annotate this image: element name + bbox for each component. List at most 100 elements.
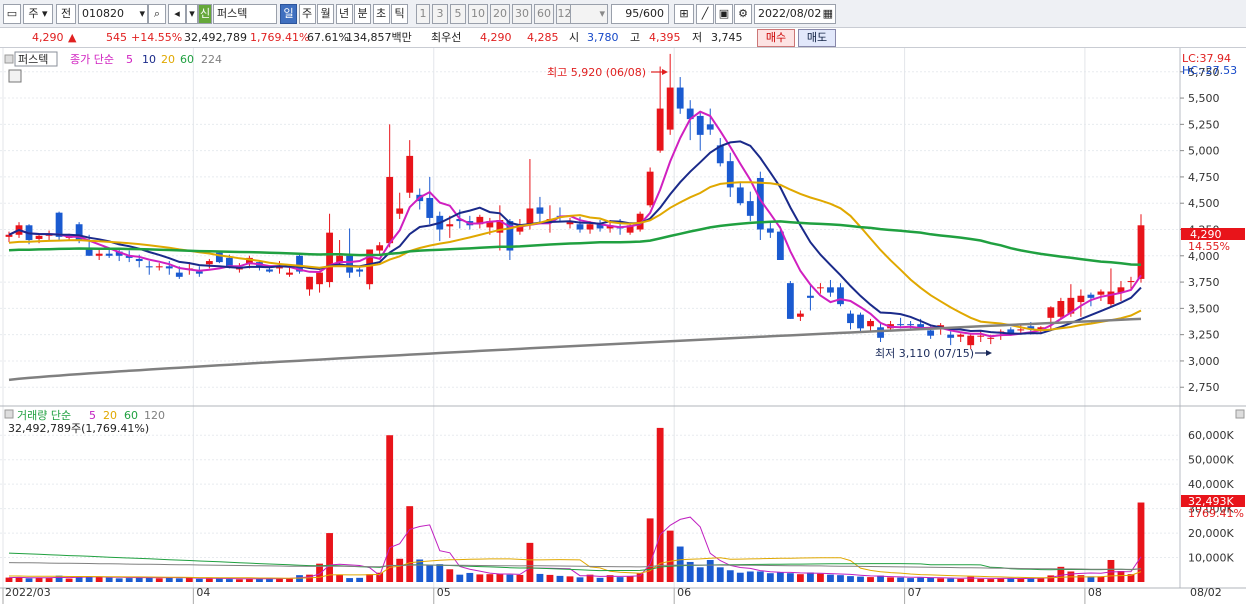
vma20-legend: 20 [103,409,117,422]
max-price-note: 최고 5,920 (06/08) [547,66,646,79]
volume-bar [987,579,995,582]
search-icon[interactable]: ⌕ [148,4,166,24]
candle-body [55,212,63,237]
volume-bar [366,574,374,582]
volume-bar [536,573,544,582]
stock-chart[interactable]: 5,7505,5005,2505,0004,7504,5004,2504,000… [0,48,1246,604]
type-select-value: 주 [28,7,39,20]
candle-body [586,224,594,230]
count-display[interactable]: 95/600 [611,4,669,24]
stock-tag: 퍼스텍 [18,53,48,66]
volume-bar [205,578,213,582]
candle-body [827,287,834,293]
buy-button[interactable]: 매수 [757,29,795,47]
period-tab-5[interactable]: 초 [372,4,390,24]
ma5-legend: 5 [126,53,133,66]
candle-body [656,108,664,151]
price-tick-label: 4,500 [1188,197,1220,210]
month-label: 2022/03 [5,586,51,599]
candle-body [95,253,103,256]
candle-body [536,207,544,214]
volume-bar [566,576,574,582]
month-label: 05 [437,586,451,599]
period-tab-6[interactable]: 틱 [391,4,408,24]
volume-bar [917,577,925,582]
candle-body [907,324,914,326]
toolbar: ▭ 주 ▾ 전 010820 ▾ ⌕ ◂ ▾ 신 퍼스텍 일주월년분초틱 1351… [0,0,1246,28]
period-tab-1[interactable]: 주 [298,4,316,24]
stock-code-value: 010820 [82,7,124,20]
candle-body [786,283,794,319]
volume-bar [496,573,504,582]
period-tab-0[interactable]: 일 [280,4,297,24]
volume-pct: 1,769.41% [250,31,310,44]
price-change-pct: +14.55% [131,31,183,44]
candle-body [446,224,454,227]
type-select[interactable]: 주 ▾ [23,4,53,24]
interval-tab-5[interactable]: 5 [450,4,466,24]
candle-body [987,337,995,339]
speaker-icon[interactable]: ◂ [168,4,186,24]
interval-tab-3[interactable]: 3 [432,4,448,24]
period-tab-2[interactable]: 월 [317,4,334,24]
tools-icon[interactable]: ⊞ [674,4,694,24]
volume-text: 32,492,789주(1,769.41%) [8,422,149,435]
price-change: 545 [106,31,127,44]
candle-body [977,335,985,337]
interval-tab-10[interactable]: 10 [468,4,488,24]
candle-body [396,208,404,214]
date-input[interactable]: 2022/08/02 ▦ [754,4,836,24]
grid-toggle-icon[interactable] [8,69,22,83]
candle-body [306,276,313,290]
candle-body [155,266,163,268]
volume-bar [336,574,343,582]
interval-tab-20[interactable]: 20 [490,4,510,24]
volume-bar [456,574,464,582]
candle-body [175,272,183,277]
candle-body [947,334,955,338]
stock-code-input[interactable]: 010820 ▾ [78,4,148,24]
interval-tab-60[interactable]: 60 [534,4,554,24]
sell-button[interactable]: 매도 [798,29,836,47]
volume-bar [1137,502,1145,582]
open-price: 3,780 [587,31,619,44]
volume-bar [476,574,484,582]
volume-collapse-icon[interactable] [4,409,14,419]
interval-tab-30[interactable]: 30 [512,4,532,24]
volume-bar [967,576,975,582]
price-tick-label: 3,500 [1188,302,1220,315]
interval-input[interactable]: ▾ [570,4,608,24]
menu-arrow-icon[interactable]: ▾ [186,4,198,24]
mode-select[interactable]: 전 [56,4,76,24]
volume-bar [396,558,404,582]
interval-tab-1[interactable]: 1 [416,4,430,24]
volume-bar [977,578,985,582]
volume-bar [837,575,844,582]
panel-collapse-icon[interactable] [1235,409,1245,419]
trend-line-icon[interactable]: ╱ [696,4,714,24]
best-bid: 4,285 [527,31,559,44]
candle-body [225,257,233,267]
volume-tick-label: 60,000K [1188,429,1234,442]
candle-body [1087,294,1095,298]
save-icon[interactable]: ▣ [715,4,733,24]
volume-bar [706,559,714,582]
period-tab-3[interactable]: 년 [335,4,353,24]
collapse-icon[interactable] [4,54,14,64]
chevron-down-icon[interactable]: ▾ [599,5,605,23]
candle-body [105,253,113,256]
volume-bar [786,573,794,582]
volume-bar [65,578,73,582]
volume-bar [35,577,43,582]
calendar-icon[interactable]: ▦ [823,5,833,23]
volume: 32,492,789 [184,31,247,44]
volume-bar [666,530,674,582]
candle-body [837,287,844,305]
candle-body [85,249,93,256]
candle-body [927,330,935,336]
period-tab-4[interactable]: 분 [354,4,371,24]
gear-icon[interactable]: ⚙ [734,4,752,24]
volume-bar [526,542,534,582]
chevron-down-icon[interactable]: ▾ [139,5,145,23]
chart-window-icon[interactable]: ▭ [3,4,21,24]
